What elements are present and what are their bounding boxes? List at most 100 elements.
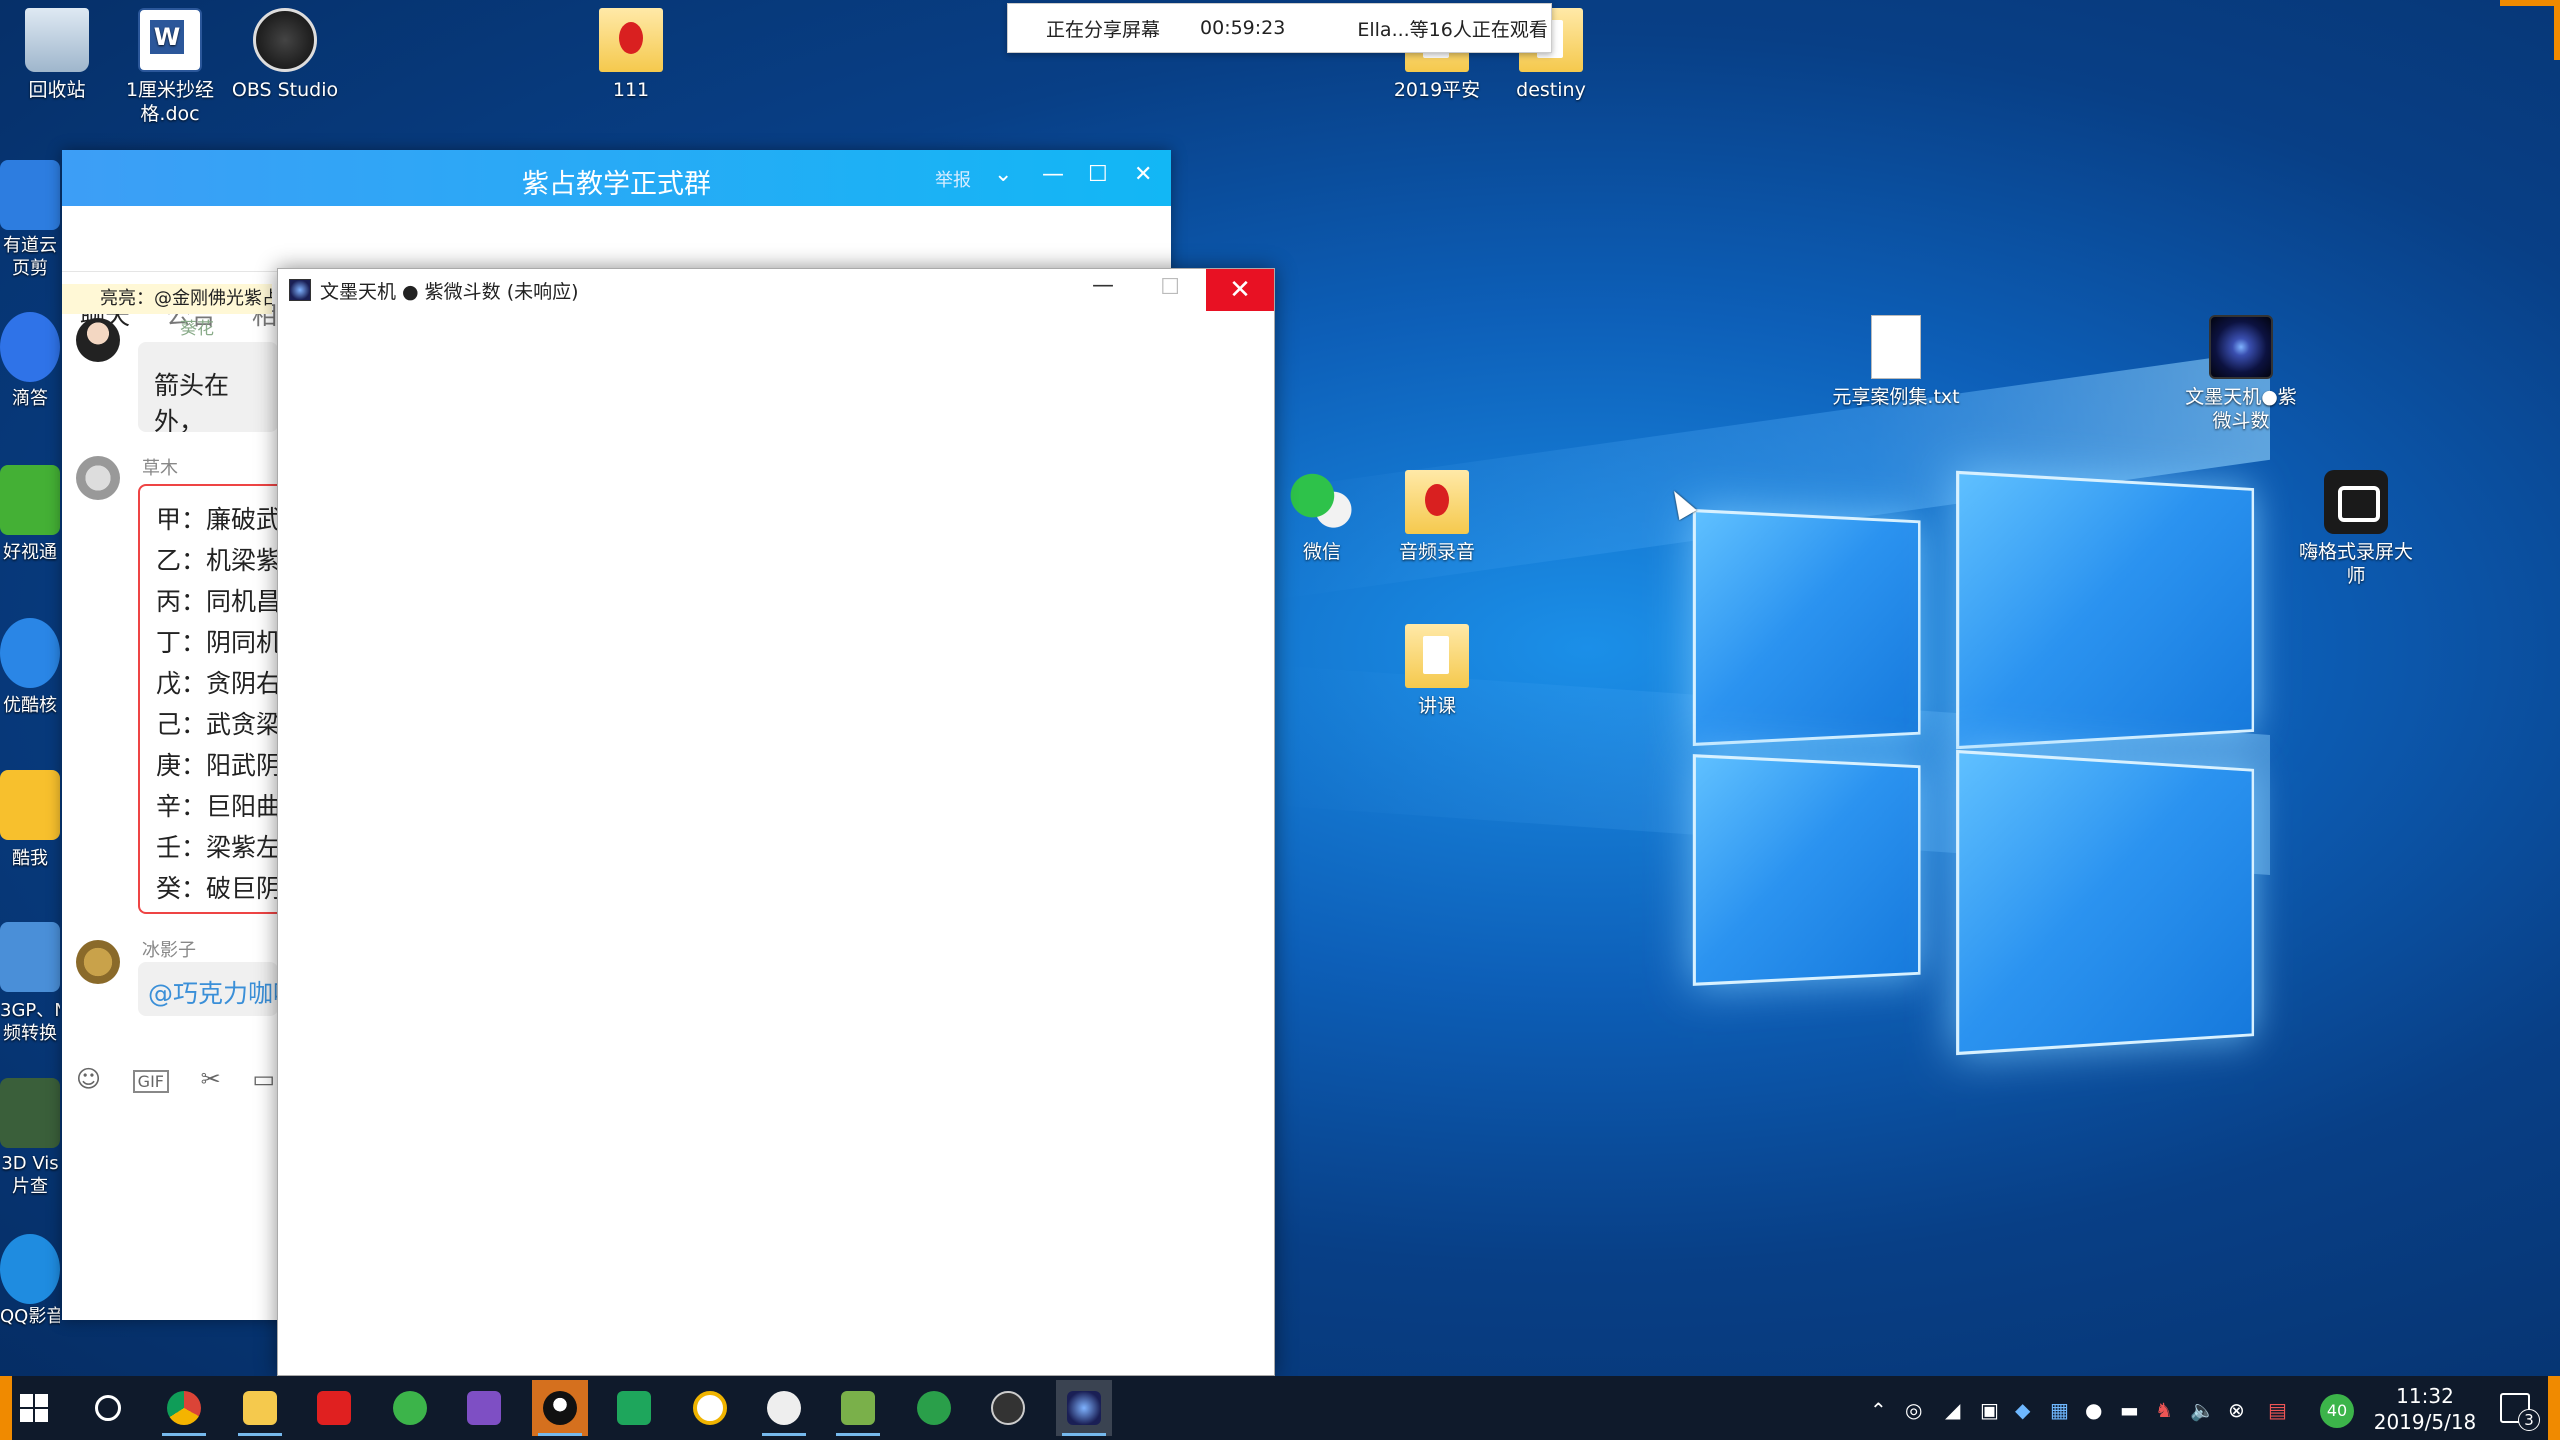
taskbar-wechat[interactable] bbox=[756, 1380, 812, 1436]
visual-studio-icon bbox=[467, 1391, 501, 1425]
chat-toolbar: ☺ GIF ✂ ▭ bbox=[76, 1065, 275, 1093]
desktop-icon-doc[interactable]: 1厘米抄经格.doc bbox=[105, 8, 235, 126]
desktop-icon-3gp[interactable] bbox=[0, 922, 60, 992]
list-item: 庚：阳武阴 bbox=[156, 746, 278, 782]
desktop-icon-recorder[interactable]: 嗨格式录屏大师 bbox=[2291, 470, 2421, 588]
desktop-label-3gp-2: 频转换 bbox=[0, 1023, 60, 1045]
message-bubble[interactable]: @巧克力咖啡 bbox=[138, 962, 278, 1016]
recording-border-corner bbox=[2554, 0, 2560, 60]
windows-logo-pane-4 bbox=[1956, 750, 2254, 1055]
mention-link[interactable]: @巧克力咖啡 bbox=[148, 979, 278, 1008]
share-viewers[interactable]: Ella...等16人正在观看 bbox=[1357, 15, 1548, 42]
taskbar-qq[interactable] bbox=[532, 1380, 588, 1436]
taskbar-wenmo[interactable] bbox=[1056, 1380, 1112, 1436]
desktop-icon-recycle-bin[interactable]: 回收站 bbox=[0, 8, 122, 102]
maximize-icon[interactable]: ☐ bbox=[1160, 275, 1180, 300]
battery-badge[interactable]: 40 bbox=[2320, 1394, 2354, 1428]
tray-app-icon[interactable]: ▦ bbox=[2050, 1398, 2069, 1422]
tray-dropbox-icon[interactable]: ◆ bbox=[2015, 1398, 2030, 1422]
galaxy-app-icon bbox=[1067, 1391, 1101, 1425]
taskbar-recorder-app[interactable] bbox=[906, 1380, 962, 1436]
emoji-icon[interactable]: ☺ bbox=[76, 1065, 101, 1093]
close-button[interactable]: ✕ bbox=[1206, 269, 1274, 311]
taskbar-visual-studio[interactable] bbox=[456, 1380, 512, 1436]
windows-logo-pane-2 bbox=[1956, 471, 2254, 750]
chevron-down-icon[interactable]: ⌄ bbox=[994, 162, 1012, 187]
taskbar-network-app[interactable] bbox=[606, 1380, 662, 1436]
wenmo-title-bar[interactable]: 文墨天机 ● 紫微斗数 (未响应) — ☐ ✕ bbox=[278, 269, 1274, 311]
list-item: 己：武贪梁 bbox=[156, 705, 278, 741]
taskbar-obs[interactable] bbox=[980, 1380, 1036, 1436]
recording-border-corner bbox=[0, 1376, 12, 1440]
maximize-icon[interactable]: ☐ bbox=[1088, 162, 1108, 187]
desktop-icon-dida[interactable] bbox=[0, 312, 60, 382]
desktop-icon-txt[interactable]: 元享案例集.txt bbox=[1831, 315, 1961, 409]
message-bubble-list[interactable]: 甲：廉破武 乙：机梁紫 丙：同机昌 丁：阴同机 戊：贪阴右 己：武贪梁 庚：阳武… bbox=[138, 484, 278, 914]
desktop-icon-wechat[interactable]: 微信 bbox=[1257, 470, 1387, 564]
taskbar-clock[interactable]: 11:32 2019/5/18 bbox=[2360, 1383, 2490, 1435]
folder-icon[interactable]: ▭ bbox=[252, 1065, 275, 1093]
windows-logo-pane-1 bbox=[1693, 509, 1921, 746]
search-circle-icon bbox=[95, 1395, 121, 1421]
desktop-icon-qqplayer[interactable] bbox=[0, 1234, 60, 1304]
avatar[interactable] bbox=[76, 318, 120, 362]
tray-wechat-icon[interactable]: ● bbox=[2085, 1398, 2102, 1422]
minimize-icon[interactable]: — bbox=[1092, 273, 1114, 298]
report-link[interactable]: 举报 bbox=[935, 166, 971, 192]
desktop-icon-lecture[interactable]: 讲课 bbox=[1372, 624, 1502, 718]
notification-center-icon[interactable]: 3 bbox=[2500, 1393, 2530, 1423]
taskbar-chrome[interactable] bbox=[156, 1380, 212, 1436]
list-item: 戊：贪阴右 bbox=[156, 664, 278, 700]
close-icon[interactable]: ✕ bbox=[1134, 162, 1152, 187]
desktop-icon-youku[interactable] bbox=[0, 618, 60, 688]
tray-chevron-up-icon[interactable]: ⌃ bbox=[1870, 1398, 1887, 1422]
tray-volume-icon[interactable]: 🔈 bbox=[2190, 1398, 2215, 1422]
qq-tab-bar: 聊天 公告 相册 文件 活动 设置 ☎ ✚ ••• bbox=[62, 206, 1171, 272]
minimize-icon[interactable]: — bbox=[1042, 162, 1064, 187]
tray-app-icon[interactable]: ♞ bbox=[2155, 1398, 2173, 1422]
tray-network-icon[interactable]: ◢ bbox=[1945, 1398, 1960, 1422]
recorder-app-icon bbox=[917, 1391, 951, 1425]
obs-icon bbox=[253, 8, 317, 72]
search-button[interactable] bbox=[80, 1380, 136, 1436]
notification-count: 3 bbox=[2518, 1409, 2540, 1431]
windows-logo-pane-3 bbox=[1693, 754, 1921, 986]
qq-penguin-icon bbox=[543, 1391, 577, 1425]
desktop-icon-haoshitong[interactable] bbox=[0, 465, 60, 535]
message-bubble[interactable]: 箭头在外， bbox=[138, 342, 278, 432]
recycle-bin-icon bbox=[25, 8, 89, 72]
desktop-icon-3dvis[interactable] bbox=[0, 1078, 60, 1148]
tray-app-icon[interactable]: ▤ bbox=[2268, 1398, 2287, 1422]
avatar[interactable] bbox=[76, 940, 120, 984]
ccleaner-icon bbox=[393, 1391, 427, 1425]
desktop-icon-kuwo[interactable] bbox=[0, 770, 60, 840]
desktop-icon-obs[interactable]: OBS Studio bbox=[220, 8, 350, 102]
desktop-icon-audio[interactable]: 音频录音 bbox=[1372, 470, 1502, 564]
list-item: 丁：阴同机 bbox=[156, 623, 278, 659]
desktop-icon-111[interactable]: 111 bbox=[566, 8, 696, 102]
list-item: 丙：同机昌 bbox=[156, 582, 278, 618]
taskbar-sheets-app[interactable] bbox=[830, 1380, 886, 1436]
pinned-notice[interactable]: 亮亮：@金刚佛光紫占 bbox=[62, 284, 272, 314]
screen-share-bar[interactable]: 正在分享屏幕 00:59:23 Ella...等16人正在观看 bbox=[1007, 3, 1552, 53]
scissors-icon[interactable]: ✂ bbox=[201, 1065, 221, 1093]
desktop-icon-wenmo[interactable]: 文墨天机●紫微斗数 bbox=[2176, 315, 2306, 433]
qq-title-bar[interactable]: 紫占教学正式群 举报 ⌄ — ☐ ✕ bbox=[62, 150, 1171, 206]
taskbar-ccleaner[interactable] bbox=[382, 1380, 438, 1436]
taskbar-file-explorer[interactable] bbox=[232, 1380, 288, 1436]
share-timer: 00:59:23 bbox=[1200, 17, 1285, 39]
tray-app-icon[interactable]: ◎ bbox=[1905, 1398, 1922, 1422]
start-button[interactable] bbox=[6, 1380, 62, 1436]
taskbar-ticktick[interactable] bbox=[682, 1380, 738, 1436]
tray-app-icon[interactable]: ▣ bbox=[1980, 1398, 1999, 1422]
tray-battery-icon[interactable]: ▬ bbox=[2120, 1398, 2139, 1422]
galaxy-app-icon bbox=[289, 279, 311, 301]
avatar[interactable] bbox=[76, 456, 120, 500]
folder-icon bbox=[243, 1391, 277, 1425]
youdao-icon bbox=[317, 1391, 351, 1425]
desktop-icon-youdao[interactable] bbox=[0, 160, 60, 230]
gif-icon[interactable]: GIF bbox=[133, 1070, 169, 1093]
tray-app-icon[interactable]: ⊗ bbox=[2228, 1398, 2245, 1422]
wechat-icon bbox=[1290, 470, 1354, 534]
taskbar-youdao[interactable] bbox=[306, 1380, 362, 1436]
